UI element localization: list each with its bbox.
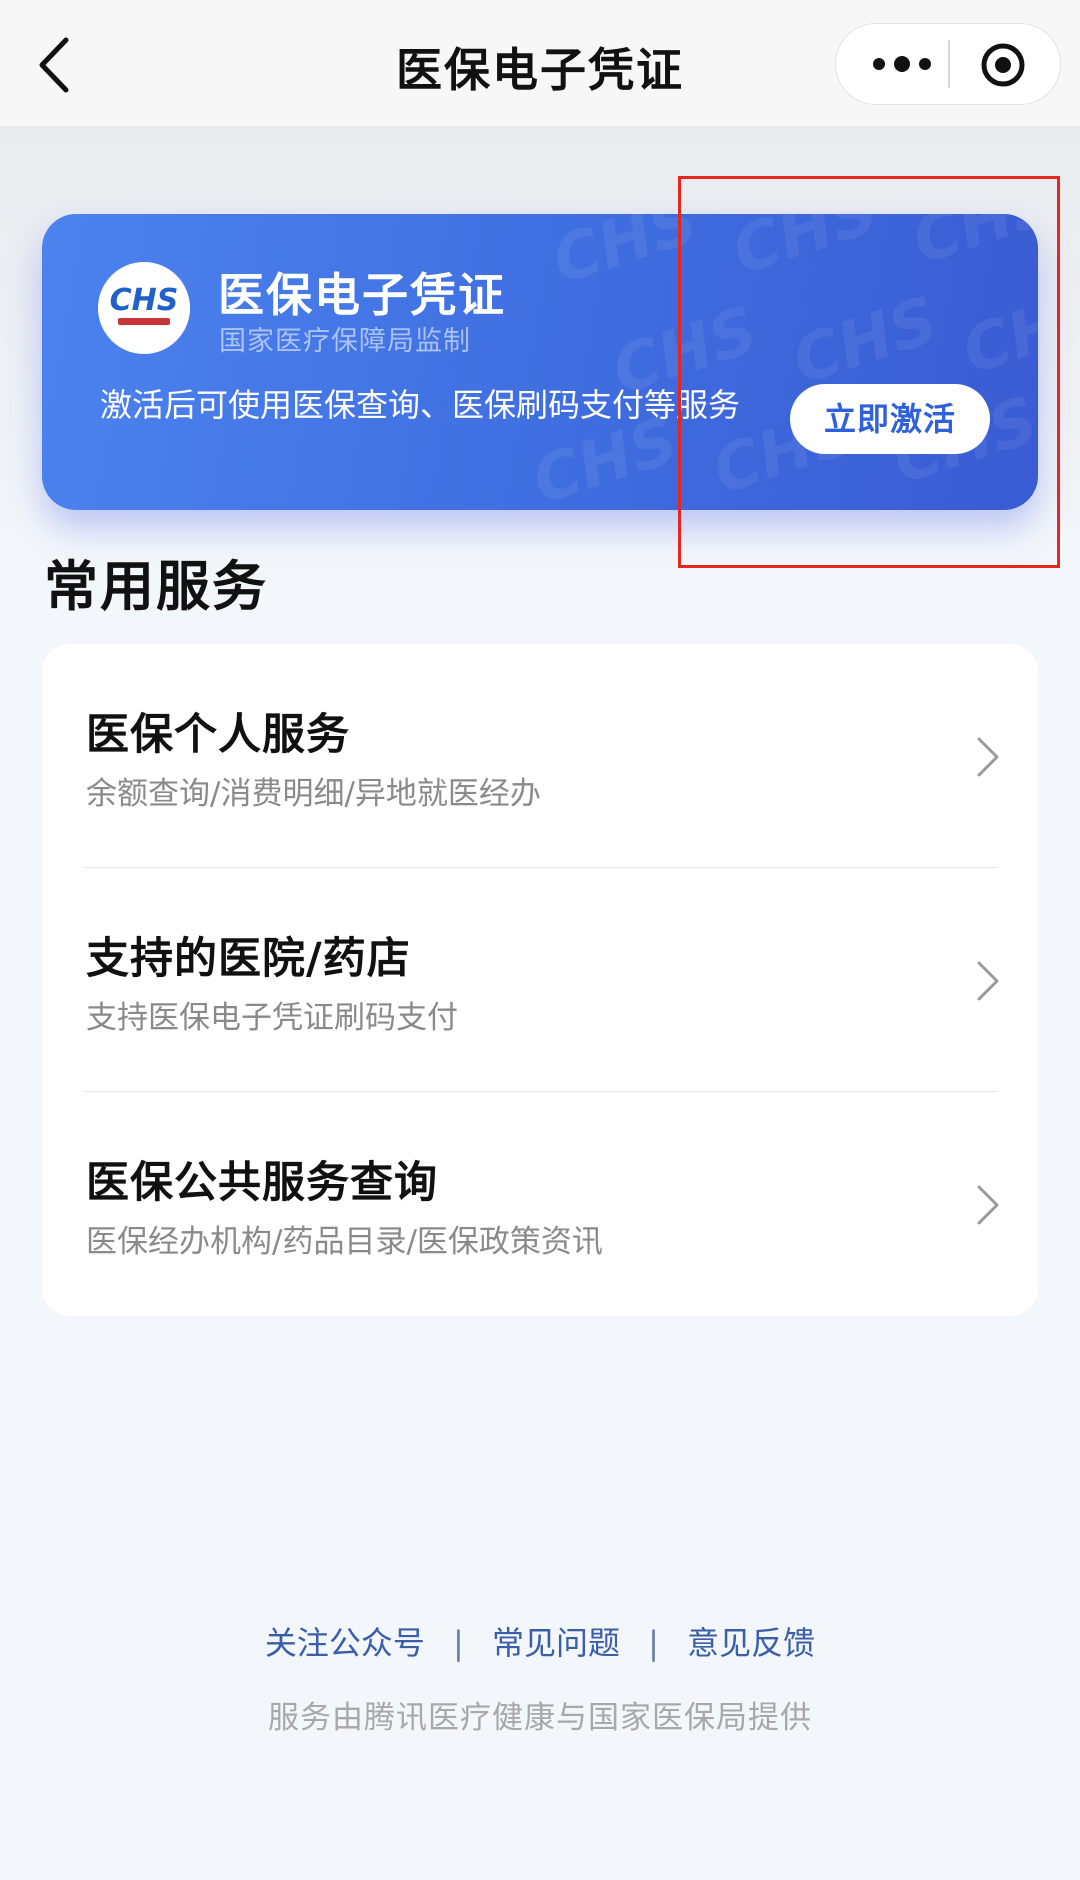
more-dots-icon[interactable] xyxy=(866,41,938,87)
svg-text:CHS: CHS xyxy=(110,283,179,318)
card-title: 医保电子凭证 xyxy=(218,268,506,322)
chs-logo-icon: CHS xyxy=(98,262,190,354)
faq-link[interactable]: 常见问题 xyxy=(492,1624,620,1662)
service-item-hospitals[interactable]: 支持的医院/药店 支持医保电子凭证刷码支付 xyxy=(42,868,1038,1092)
target-close-icon[interactable] xyxy=(979,41,1027,89)
capsule-divider xyxy=(948,40,950,88)
card-description: 激活后可使用医保查询、医保刷码支付等服务 xyxy=(100,386,741,424)
chevron-right-icon xyxy=(977,1185,999,1225)
service-name: 医保个人服务 xyxy=(86,710,350,760)
nav-bar: 医保电子凭证 xyxy=(0,0,1080,126)
footer-links: 关注公众号 | 常见问题 | 意见反馈 xyxy=(0,1618,1080,1664)
service-name: 支持的医院/药店 xyxy=(86,934,411,984)
section-title: 常用服务 xyxy=(44,555,268,618)
footer-separator: | xyxy=(453,1624,464,1662)
service-desc: 余额查询/消费明细/异地就医经办 xyxy=(86,776,541,812)
service-desc: 医保经办机构/药品目录/医保政策资讯 xyxy=(86,1224,603,1260)
service-item-personal[interactable]: 医保个人服务 余额查询/消费明细/异地就医经办 xyxy=(42,644,1038,868)
card-subtitle: 国家医疗保障局监制 xyxy=(219,326,471,357)
highlight-annotation-box xyxy=(678,176,1060,568)
service-item-public[interactable]: 医保公共服务查询 医保经办机构/药品目录/医保政策资讯 xyxy=(42,1092,1038,1316)
follow-official-account-link[interactable]: 关注公众号 xyxy=(265,1624,425,1662)
service-desc: 支持医保电子凭证刷码支付 xyxy=(86,1000,458,1036)
feedback-link[interactable]: 意见反馈 xyxy=(687,1624,815,1662)
service-name: 医保公共服务查询 xyxy=(86,1158,438,1208)
footer-note: 服务由腾讯医疗健康与国家医保局提供 xyxy=(268,1700,812,1736)
chevron-right-icon xyxy=(977,961,999,1001)
service-list: 医保个人服务 余额查询/消费明细/异地就医经办 支持的医院/药店 支持医保电子凭… xyxy=(42,644,1038,1316)
chevron-right-icon xyxy=(977,737,999,777)
mini-program-capsule xyxy=(835,23,1061,105)
footer-separator: | xyxy=(648,1624,659,1662)
